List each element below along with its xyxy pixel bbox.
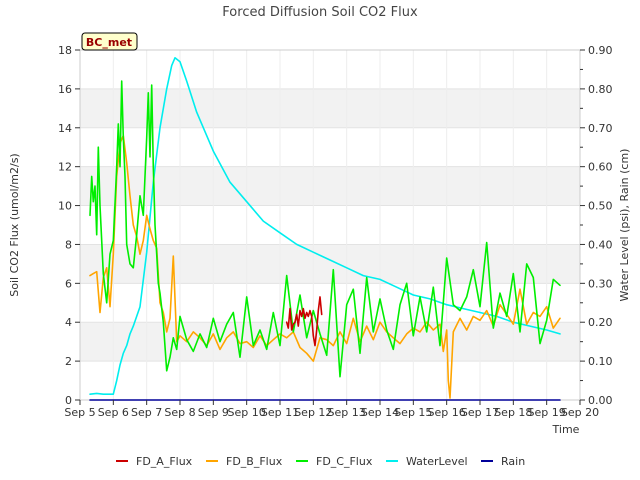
right-tick-label: 0.40 [588, 238, 613, 251]
left-tick-label: 18 [58, 44, 72, 57]
left-axis-label: Soil CO2 Flux (umol/m2/s) [8, 153, 21, 296]
x-axis-label: Time [552, 423, 580, 436]
legend-label: WaterLevel [406, 455, 468, 468]
right-tick-label: 0.60 [588, 161, 613, 174]
legend-label: FD_A_Flux [136, 455, 193, 468]
right-tick-label: 0.90 [588, 44, 613, 57]
x-tick-label: Sep 5 [64, 406, 95, 419]
right-tick-label: 0.20 [588, 316, 613, 329]
legend: FD_A_Flux FD_B_Flux FD_C_Flux WaterLevel Rai… [116, 455, 525, 468]
x-tick-label: Sep 20 [561, 406, 599, 419]
left-tick-label: 14 [58, 122, 72, 135]
left-tick-label: 4 [65, 316, 72, 329]
plot-band [80, 88, 580, 128]
x-tick-label: Sep 9 [198, 406, 229, 419]
chart-title: Forced Diffusion Soil CO2 Flux [222, 5, 418, 20]
left-tick-label: 10 [58, 200, 72, 213]
right-tick-label: 0.30 [588, 277, 613, 290]
x-tick-label: Sep 8 [164, 406, 195, 419]
plot-band [80, 244, 580, 284]
legend-label: FD_B_Flux [226, 455, 283, 468]
x-tick-label: Sep 7 [131, 406, 162, 419]
site-label: BC_met [86, 36, 132, 49]
left-tick-label: 16 [58, 83, 72, 96]
left-tick-label: 8 [65, 238, 72, 251]
left-tick-label: 12 [58, 161, 72, 174]
legend-label: Rain [501, 455, 525, 468]
chart-svg: 024681012141618 0.000.100.200.300.400.50… [0, 0, 640, 480]
right-tick-label: 0.80 [588, 83, 613, 96]
site-label-box: BC_met [81, 32, 138, 51]
right-tick-label: 0.50 [588, 200, 613, 213]
left-tick-label: 6 [65, 277, 72, 290]
x-tick-label: Sep 6 [98, 406, 129, 419]
chart-root: 0 2 4 6 8 10 12 14 16 18 0.00 0.10 0.20 0.30 0.40 0.50… [0, 0, 640, 480]
right-axis-label: Water Level (psi), Rain (cm) [618, 149, 631, 302]
right-tick-label: 0.10 [588, 355, 613, 368]
left-tick-label: 2 [65, 355, 72, 368]
legend-label: FD_C_Flux [316, 455, 373, 468]
right-tick-label: 0.70 [588, 122, 613, 135]
